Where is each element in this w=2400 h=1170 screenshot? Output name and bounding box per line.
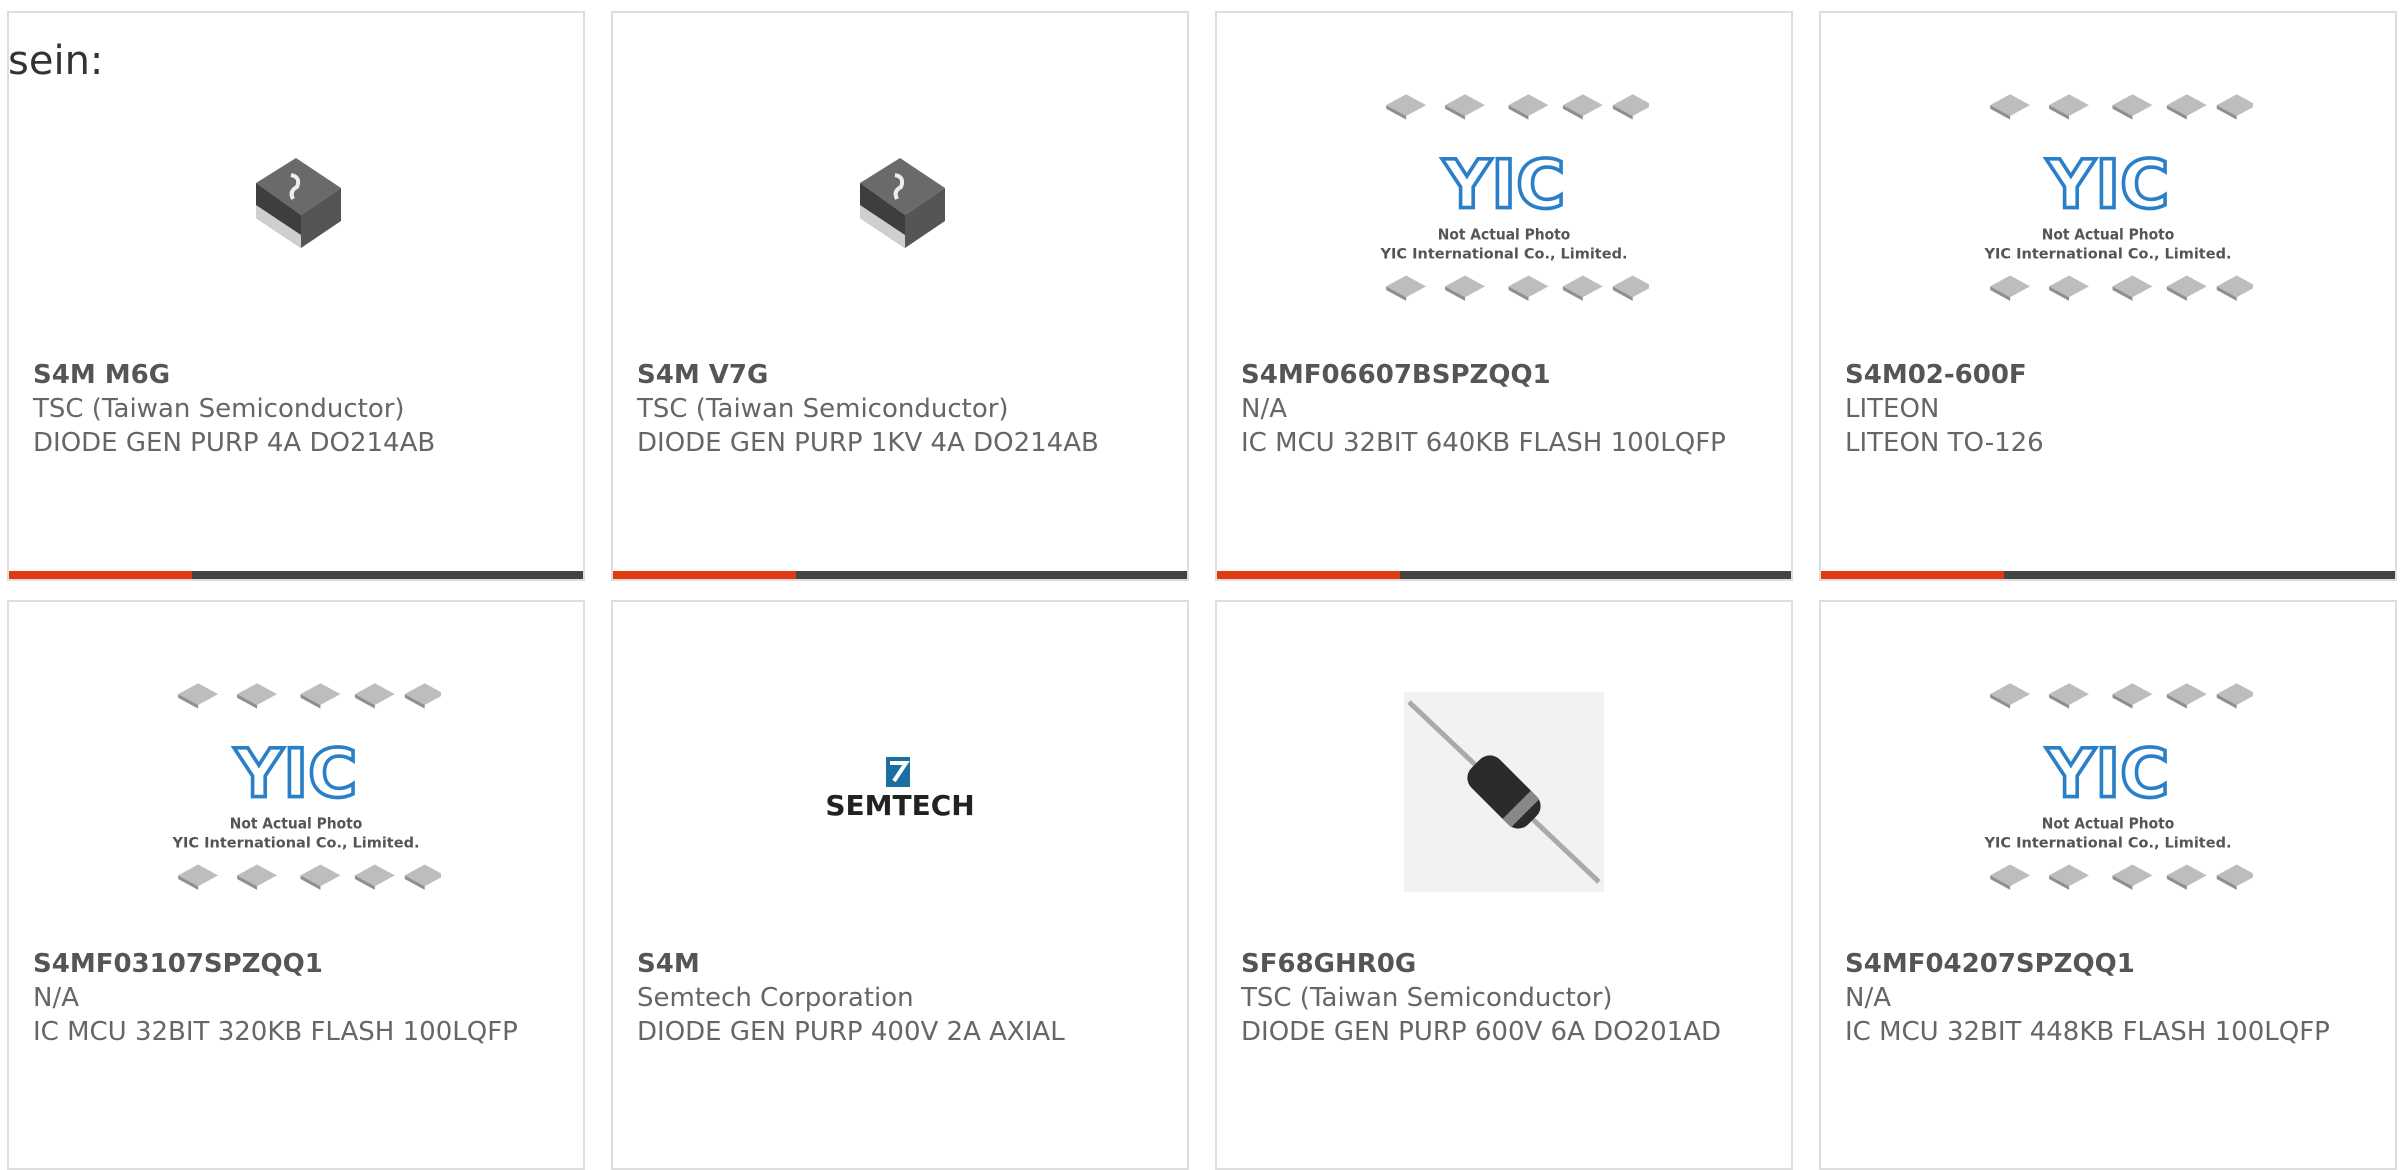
manufacturer: N/A	[1845, 983, 1891, 1013]
description: DIODE GEN PURP 4A DO214AB	[33, 428, 436, 458]
product-image: YIC Not Actual Photo YIC International C…	[9, 642, 583, 942]
svg-text:Not Actual Photo: Not Actual Photo	[2042, 225, 2175, 243]
svg-text:YIC International Co., Limited: YIC International Co., Limited.	[1380, 246, 1628, 262]
product-info: S4MF04207SPZQQ1 N/A IC MCU 32BIT 448KB F…	[1845, 947, 2375, 1049]
yic-logo-text: YIC	[1442, 146, 1566, 224]
semtech-logo-icon: SEMTECH	[825, 757, 975, 822]
description: IC MCU 32BIT 448KB FLASH 100LQFP	[1845, 1017, 2330, 1047]
product-card[interactable]: YIC Not Actual Photo YIC International C…	[7, 600, 585, 1170]
part-number[interactable]: S4MF06607BSPZQQ1	[1241, 358, 1771, 392]
svg-text:Not Actual Photo: Not Actual Photo	[230, 814, 363, 832]
part-number[interactable]: S4M	[637, 947, 1167, 981]
axial-diode-icon	[1404, 692, 1604, 892]
svg-text:YIC International Co., Limited: YIC International Co., Limited.	[1984, 246, 2232, 262]
manufacturer: TSC (Taiwan Semiconductor)	[637, 394, 1009, 424]
product-grid: S4M M6G TSC (Taiwan Semiconductor) DIODE…	[0, 0, 2400, 1170]
product-card[interactable]: YIC Not Actual Photo YIC International C…	[1215, 11, 1793, 581]
product-info: S4MF06607BSPZQQ1 N/A IC MCU 32BIT 640KB …	[1241, 358, 1771, 460]
manufacturer: TSC (Taiwan Semiconductor)	[33, 394, 405, 424]
svg-text:SEMTECH: SEMTECH	[825, 789, 974, 822]
card-bottom-bar	[1821, 571, 2395, 579]
product-card[interactable]: YIC Not Actual Photo YIC International C…	[1819, 11, 2397, 581]
description: IC MCU 32BIT 640KB FLASH 100LQFP	[1241, 428, 1726, 458]
product-image	[1217, 642, 1791, 942]
product-card[interactable]: S4M V7G TSC (Taiwan Semiconductor) DIODE…	[611, 11, 1189, 581]
description: DIODE GEN PURP 400V 2A AXIAL	[637, 1017, 1065, 1047]
part-number[interactable]: S4M M6G	[33, 358, 563, 392]
manufacturer: TSC (Taiwan Semiconductor)	[1241, 983, 1613, 1013]
yic-logo-text: YIC	[2046, 146, 2170, 224]
yic-placeholder-icon: YIC Not Actual Photo YIC International C…	[1380, 94, 1649, 301]
description: LITEON TO-126	[1845, 428, 2044, 458]
yic-logo-text: YIC	[2046, 735, 2170, 813]
product-image	[9, 53, 583, 353]
yic-placeholder-icon: YIC Not Actual Photo YIC International C…	[1984, 683, 2253, 890]
manufacturer: Semtech Corporation	[637, 983, 914, 1013]
product-info: S4M M6G TSC (Taiwan Semiconductor) DIODE…	[33, 358, 563, 460]
card-bottom-bar	[9, 571, 583, 579]
product-image	[613, 53, 1187, 353]
product-image: SEMTECH	[613, 642, 1187, 942]
product-info: S4M V7G TSC (Taiwan Semiconductor) DIODE…	[637, 358, 1167, 460]
svg-text:YIC International Co., Limited: YIC International Co., Limited.	[1984, 835, 2232, 851]
product-image: YIC Not Actual Photo YIC International C…	[1821, 642, 2395, 942]
product-info: SF68GHR0G TSC (Taiwan Semiconductor) DIO…	[1241, 947, 1771, 1049]
svg-text:Not Actual Photo: Not Actual Photo	[1438, 225, 1571, 243]
product-card[interactable]: YIC Not Actual Photo YIC International C…	[1819, 600, 2397, 1170]
svg-text:YIC International Co., Limited: YIC International Co., Limited.	[172, 835, 420, 851]
card-bottom-bar	[613, 571, 1187, 579]
manufacturer: LITEON	[1845, 394, 1940, 424]
manufacturer: N/A	[1241, 394, 1287, 424]
yic-placeholder-icon: YIC Not Actual Photo YIC International C…	[172, 683, 441, 890]
yic-placeholder-icon: YIC Not Actual Photo YIC International C…	[1984, 94, 2253, 301]
product-card[interactable]: SEMTECH S4M Semtech Corporation DIODE GE…	[611, 600, 1189, 1170]
smd-diode-icon	[860, 158, 945, 248]
product-card[interactable]: S4M M6G TSC (Taiwan Semiconductor) DIODE…	[7, 11, 585, 581]
card-bottom-accent	[1217, 571, 1400, 579]
product-info: S4M Semtech Corporation DIODE GEN PURP 4…	[637, 947, 1167, 1049]
product-info: S4MF03107SPZQQ1 N/A IC MCU 32BIT 320KB F…	[33, 947, 563, 1049]
product-info: S4M02-600F LITEON LITEON TO-126	[1845, 358, 2375, 460]
smd-diode-icon	[256, 158, 341, 248]
part-number[interactable]: S4M V7G	[637, 358, 1167, 392]
part-number[interactable]: S4MF03107SPZQQ1	[33, 947, 563, 981]
part-number[interactable]: S4M02-600F	[1845, 358, 2375, 392]
lead-text: sein:	[8, 38, 104, 84]
product-card[interactable]: SF68GHR0G TSC (Taiwan Semiconductor) DIO…	[1215, 600, 1793, 1170]
description: DIODE GEN PURP 600V 6A DO201AD	[1241, 1017, 1722, 1047]
part-number[interactable]: S4MF04207SPZQQ1	[1845, 947, 2375, 981]
product-image: YIC Not Actual Photo YIC International C…	[1821, 53, 2395, 353]
manufacturer: N/A	[33, 983, 79, 1013]
card-bottom-accent	[1821, 571, 2004, 579]
yic-logo-text: YIC	[234, 735, 358, 813]
product-image: YIC Not Actual Photo YIC International C…	[1217, 53, 1791, 353]
card-bottom-accent	[9, 571, 192, 579]
card-bottom-accent	[613, 571, 796, 579]
description: IC MCU 32BIT 320KB FLASH 100LQFP	[33, 1017, 518, 1047]
description: DIODE GEN PURP 1KV 4A DO214AB	[637, 428, 1099, 458]
svg-text:Not Actual Photo: Not Actual Photo	[2042, 814, 2175, 832]
part-number[interactable]: SF68GHR0G	[1241, 947, 1771, 981]
card-bottom-bar	[1217, 571, 1791, 579]
